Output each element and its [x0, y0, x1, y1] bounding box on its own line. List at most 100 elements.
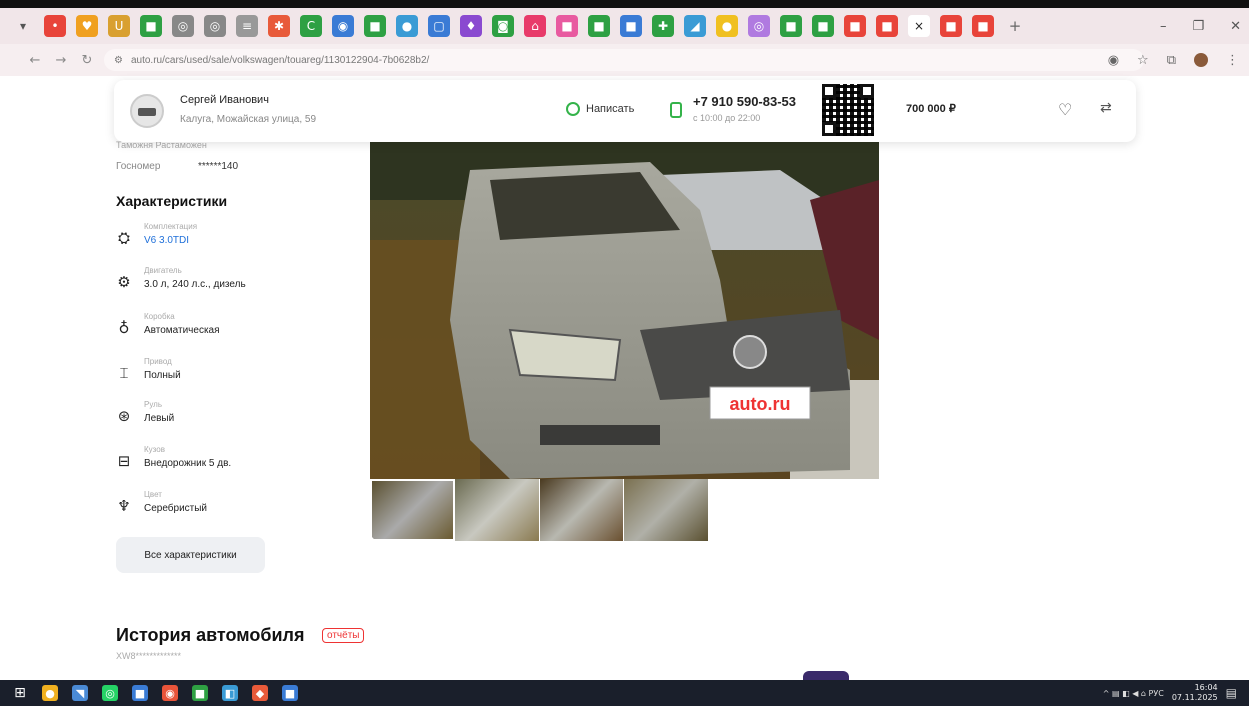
price: 700 000 ₽ [906, 103, 956, 115]
spec-icon: ⌶ [119, 364, 129, 382]
browser-tab-strip: ▾ • ♥ U ■ ◎ ◎ ≡ ✱ C ◉ ■ ● ▢ ♦ ◙ ⌂ ■ ■ ■ ✚ ◢ ● ◎ ■ ■ ■ ■ × ■ ■ + [0, 8, 1249, 44]
spec-value: 3.0 л, 240 л.с., дизель [144, 279, 246, 290]
spec-label: Комплектация [144, 222, 198, 231]
taskbar-app-icon[interactable]: ■ [132, 685, 148, 701]
browser-tab-icon[interactable]: ● [396, 15, 418, 37]
taskbar-app-icon[interactable]: ◧ [222, 685, 238, 701]
browser-tab-icon[interactable]: ■ [140, 15, 162, 37]
browser-tab-icon[interactable]: ≡ [236, 15, 258, 37]
taskbar-app-icon[interactable]: ● [42, 685, 58, 701]
thumbnail-1[interactable] [370, 479, 455, 541]
browser-tab-icon[interactable]: ▢ [428, 15, 450, 37]
active-tab-close-icon[interactable]: × [908, 15, 930, 37]
notifications-icon[interactable]: ▤ [1226, 686, 1237, 700]
forward-button[interactable]: → [48, 53, 74, 68]
bookmark-star-icon[interactable]: ☆ [1137, 53, 1149, 68]
reports-badge[interactable]: отчёты [322, 628, 365, 643]
browser-tabs-after: ■ ■ [940, 15, 1004, 37]
browser-tab-icon[interactable]: ⌂ [524, 15, 546, 37]
seller-avatar[interactable] [130, 94, 164, 128]
thumbnail-4[interactable] [624, 479, 709, 541]
browser-tab-icon[interactable]: • [44, 15, 66, 37]
browser-tab-icon[interactable]: ■ [972, 15, 994, 37]
extensions-icon[interactable]: ⧉ [1167, 53, 1176, 68]
clock[interactable]: 16:04 07.11.2025 [1172, 683, 1218, 703]
plate-value: ******140 [198, 161, 239, 172]
spec-label: Двигатель [144, 266, 182, 275]
spec-value: Серебристый [144, 503, 208, 514]
browser-tab-icon[interactable]: ◎ [204, 15, 226, 37]
taskbar-app-icon[interactable]: ■ [192, 685, 208, 701]
phone-number[interactable]: +7 910 590-83-53 [693, 94, 796, 109]
browser-tab-icon[interactable]: ◎ [748, 15, 770, 37]
car-photo-image: auto.ru [370, 140, 879, 479]
browser-tab-icon[interactable]: ■ [556, 15, 578, 37]
browser-tab-icon[interactable]: ■ [844, 15, 866, 37]
start-button[interactable]: ⊞ [12, 685, 28, 701]
browser-tab-icon[interactable]: ■ [620, 15, 642, 37]
phone-hours: с 10:00 до 22:00 [693, 113, 761, 123]
spec-icon: ⛭ [117, 229, 130, 247]
taskbar-apps: ● ◥ ◎ ■ ◉ ■ ◧ ◆ ■ [42, 685, 312, 701]
browser-tab-icon[interactable]: ■ [876, 15, 898, 37]
spec-label: Привод [144, 357, 172, 366]
back-button[interactable]: ← [22, 53, 48, 68]
browser-tab-icon[interactable]: ◎ [172, 15, 194, 37]
browser-tab-icon[interactable]: ✱ [268, 15, 290, 37]
taskbar-app-icon[interactable]: ■ [282, 685, 298, 701]
browser-tab-icon[interactable]: ◢ [684, 15, 706, 37]
browser-tab-icon[interactable]: C [300, 15, 322, 37]
windows-taskbar: ⊞ ● ◥ ◎ ■ ◉ ■ ◧ ◆ ■ ^ ▤ ◧ ◀ ⌂ РУС 16:04 07.11.20… [0, 680, 1249, 706]
reload-button[interactable]: ↻ [74, 53, 100, 68]
restore-button[interactable]: ❐ [1192, 19, 1204, 34]
browser-tab-icon[interactable]: ■ [940, 15, 962, 37]
thumbnail-3[interactable] [539, 479, 625, 541]
taskbar-app-icon[interactable]: ◆ [252, 685, 268, 701]
spec-label: Кузов [144, 445, 165, 454]
new-tab-button[interactable]: + [1004, 15, 1026, 37]
browser-tab-icon[interactable]: ♦ [460, 15, 482, 37]
minimize-button[interactable]: – [1160, 19, 1167, 34]
taskbar-app-icon[interactable]: ◉ [162, 685, 178, 701]
write-message-button[interactable]: Написать [566, 102, 634, 116]
browser-tab-icon[interactable]: ✚ [652, 15, 674, 37]
site-info-icon[interactable]: ⚙ [114, 55, 123, 66]
thumbnail-2[interactable] [454, 479, 540, 541]
spec-icon: ⊛ [117, 407, 131, 425]
spec-row[interactable]: ⛭ Комплектация V6 3.0TDI [116, 222, 356, 258]
tab-list-icon[interactable]: ▾ [12, 15, 34, 37]
seller-address: Калуга, Можайская улица, 59 [180, 114, 317, 125]
spec-label: Коробка [144, 312, 175, 321]
plate-label: Госномер [116, 161, 161, 172]
spec-icon: ♆ [117, 497, 131, 515]
spec-value[interactable]: V6 3.0TDI [144, 235, 189, 246]
seller-name[interactable]: Сергей Иванович [180, 94, 269, 106]
browser-tab-icon[interactable]: ■ [364, 15, 386, 37]
address-bar[interactable]: ⚙ auto.ru/cars/used/sale/volkswagen/toua… [104, 49, 1144, 71]
specs-title: Характеристики [116, 193, 228, 209]
browser-tab-icon[interactable]: U [108, 15, 130, 37]
close-window-button[interactable]: ✕ [1230, 19, 1241, 34]
tray-icons[interactable]: ^ ▤ ◧ ◀ ⌂ РУС [1103, 689, 1164, 698]
browser-tab-icon[interactable]: ● [716, 15, 738, 37]
browser-tab-icon[interactable]: ■ [812, 15, 834, 37]
profile-avatar[interactable] [1194, 53, 1208, 67]
spec-icon: ⊟ [117, 452, 131, 470]
main-car-photo[interactable]: auto.ru [370, 140, 879, 479]
all-specs-button[interactable]: Все характеристики [116, 537, 265, 573]
spec-label: Цвет [144, 490, 162, 499]
compare-icon[interactable]: ⇄ [1100, 100, 1112, 116]
browser-tab-icon[interactable]: ■ [588, 15, 610, 37]
taskbar-app-icon[interactable]: ◥ [72, 685, 88, 701]
spec-value: Внедорожник 5 дв. [144, 458, 232, 469]
browser-tab-icon[interactable]: ♥ [76, 15, 98, 37]
browser-menu-icon[interactable]: ⋮ [1226, 53, 1239, 68]
taskbar-app-icon[interactable]: ◎ [102, 685, 118, 701]
eye-icon[interactable]: ◉ [1108, 53, 1119, 68]
qr-code [822, 84, 874, 136]
browser-tabs: • ♥ U ■ ◎ ◎ ≡ ✱ C ◉ ■ ● ▢ ♦ ◙ ⌂ ■ ■ ■ ✚ ◢ ● ◎ ■ ■ ■ ■ [44, 15, 908, 37]
browser-tab-icon[interactable]: ◙ [492, 15, 514, 37]
browser-tab-icon[interactable]: ■ [780, 15, 802, 37]
browser-tab-icon[interactable]: ◉ [332, 15, 354, 37]
favorite-heart-icon[interactable]: ♡ [1058, 100, 1072, 119]
